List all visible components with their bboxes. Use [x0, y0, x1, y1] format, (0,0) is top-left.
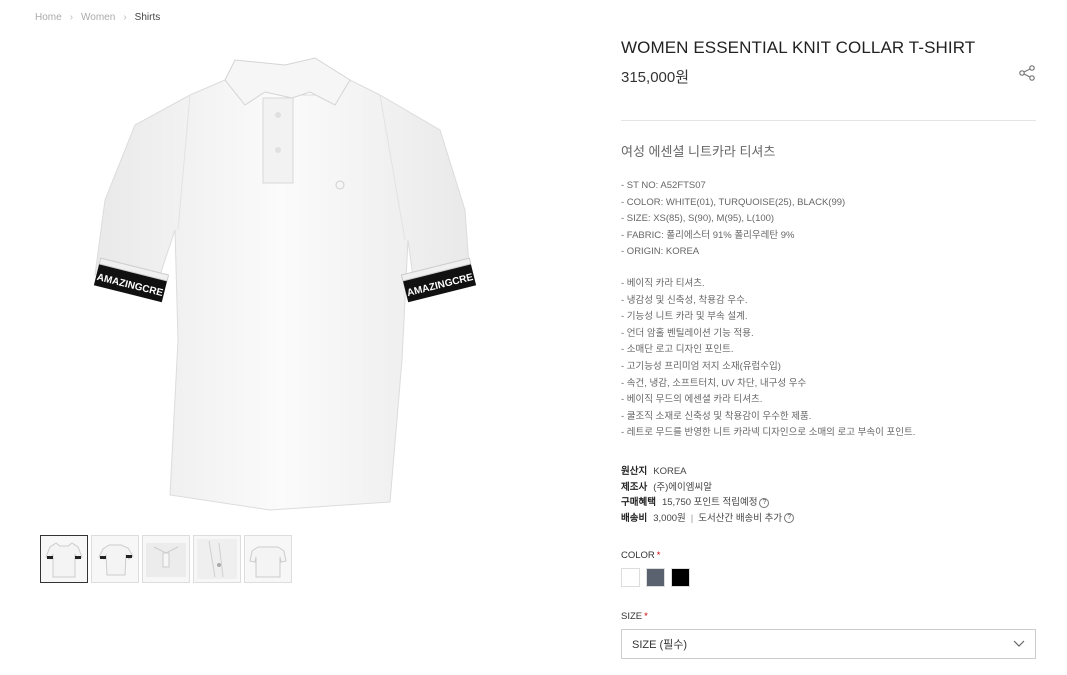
- chevron-right-icon: ›: [69, 12, 74, 23]
- shipping-extra: 도서산간 배송비 추가: [698, 512, 783, 524]
- help-icon[interactable]: ?: [759, 497, 770, 508]
- color-swatch-white[interactable]: [621, 568, 640, 587]
- maker-value: (주)에이엠씨알: [653, 481, 713, 493]
- thumbnail-1[interactable]: [40, 535, 88, 583]
- feature-line: - 언더 암홀 벤틸레이션 기능 적용.: [621, 327, 754, 339]
- sleeve-detail-thumb: [197, 539, 237, 579]
- color-swatches: [621, 568, 690, 587]
- help-icon[interactable]: ?: [784, 513, 795, 524]
- feature-line: - 냉감성 및 신축성, 착용감 우수.: [621, 294, 748, 306]
- color-swatch-black[interactable]: [671, 568, 690, 587]
- feature-line: - 쿨조직 소재로 신축성 및 착용감이 우수한 제품.: [621, 410, 812, 422]
- thumbnail-2[interactable]: [91, 535, 139, 583]
- feature-line: - 레트로 무드를 반영한 니트 카라넥 디자인으로 소매의 로고 부속이 포인…: [621, 427, 916, 439]
- shirt-detail-thumb: [146, 543, 186, 577]
- shipping-row: 배송비 3,000원 | 도서산간 배송비 추가 ?: [621, 511, 795, 527]
- breadcrumb: Home › Women › Shirts: [35, 12, 160, 23]
- shipping-value: 3,000원: [653, 512, 686, 524]
- required-mark: *: [656, 550, 661, 561]
- chevron-right-icon: ›: [123, 12, 127, 23]
- size-select[interactable]: SIZE (필수): [621, 629, 1036, 659]
- separator: |: [690, 512, 694, 524]
- shirt-back-thumb: [249, 546, 287, 578]
- required-mark: *: [644, 611, 648, 622]
- benefit-label: 구매혜택: [621, 497, 656, 508]
- product-main-image[interactable]: AMAZINGCRE AMAZINGCRE: [60, 40, 550, 520]
- maker-row: 제조사 (주)에이엠씨알: [621, 480, 794, 496]
- chevron-down-icon: [1013, 640, 1025, 647]
- divider: [621, 120, 1036, 121]
- feature-line: - 베이직 카라 티셔츠.: [621, 278, 705, 289]
- size-select-value: SIZE (필수): [632, 639, 688, 651]
- thumbnail-4[interactable]: [193, 535, 241, 583]
- size-option-label: SIZE *: [621, 611, 648, 622]
- spec-line: - COLOR: WHITE(01), TURQUOISE(25), BLACK…: [621, 196, 846, 208]
- product-price: 315,000원: [621, 69, 690, 86]
- origin-row: 원산지 KOREA: [621, 464, 794, 480]
- feature-line: - 기능성 니트 카라 및 부속 설계.: [621, 311, 748, 323]
- product-meta: 원산지 KOREA 제조사 (주)에이엠씨알 구매혜택 15,750 포인트 적…: [621, 464, 795, 527]
- spec-line: - FABRIC: 폴리에스터 91% 폴리우레탄 9%: [621, 229, 795, 241]
- breadcrumb-women[interactable]: Women: [81, 12, 115, 23]
- breadcrumb-home[interactable]: Home: [35, 12, 62, 23]
- maker-label: 제조사: [621, 481, 648, 493]
- origin-value: KOREA: [653, 466, 687, 477]
- feature-line: - 베이직 무드의 에센셜 카라 티셔츠.: [621, 394, 763, 406]
- origin-label: 원산지: [621, 466, 648, 477]
- shipping-label: 배송비: [621, 512, 648, 524]
- spec-line: - ORIGIN: KOREA: [621, 246, 700, 258]
- shirt-illustration: AMAZINGCRE AMAZINGCRE: [93, 57, 477, 511]
- product-title: WOMEN ESSENTIAL KNIT COLLAR T-SHIRT: [621, 38, 976, 57]
- product-features: - 베이직 카라 티셔츠. - 냉감성 및 신축성, 착용감 우수. - 기능성…: [621, 276, 915, 442]
- product-info: WOMEN ESSENTIAL KNIT COLLAR T-SHIRT 315,…: [621, 38, 1036, 87]
- color-option-label: COLOR *: [621, 550, 661, 561]
- product-specs: - ST NO: A52FTS07 - COLOR: WHITE(01), TU…: [621, 178, 845, 261]
- color-swatch-turquoise[interactable]: [646, 568, 665, 587]
- spec-line: - ST NO: A52FTS07: [621, 180, 706, 191]
- size-label-text: SIZE: [621, 611, 643, 622]
- thumbnail-strip: [40, 535, 292, 583]
- thumbnail-5[interactable]: [244, 535, 292, 583]
- benefit-row: 구매혜택 15,750 포인트 적립예정 ?: [621, 495, 794, 511]
- feature-line: - 소매단 로고 디자인 포인트.: [621, 344, 734, 356]
- benefit-value: 15,750 포인트 적립예정: [661, 497, 758, 508]
- shirt-front-thumb: [45, 542, 83, 578]
- breadcrumb-current: Shirts: [134, 12, 161, 23]
- product-korean-title: 여성 에센셜 니트카라 티셔츠: [621, 144, 776, 159]
- share-icon[interactable]: [1018, 64, 1036, 82]
- spec-line: - SIZE: XS(85), S(90), M(95), L(100): [621, 213, 775, 225]
- feature-line: - 고기능성 프리미엄 저지 소재(유럽수입): [621, 360, 781, 372]
- feature-line: - 속건, 냉감, 소프트터치, UV 차단, 내구성 우수: [621, 377, 807, 389]
- color-label-text: COLOR: [621, 550, 655, 561]
- shirt-side-thumb: [98, 544, 134, 576]
- thumbnail-3[interactable]: [142, 535, 190, 583]
